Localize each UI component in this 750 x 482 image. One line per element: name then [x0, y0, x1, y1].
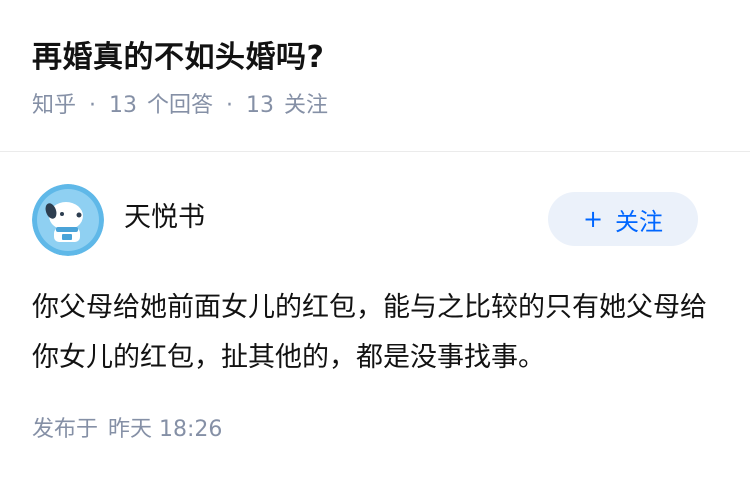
follow-label: 关注: [615, 207, 664, 236]
followers-label[interactable]: 关注: [284, 90, 328, 122]
follow-button[interactable]: + 关注: [548, 192, 698, 246]
author-name[interactable]: 天悦书: [124, 200, 205, 236]
page: 再婚真的不如头婚吗? 知乎 · 13 个回答 · 13 关注 天悦书 + 关注 …: [0, 0, 750, 482]
question-title[interactable]: 再婚真的不如头婚吗?: [32, 36, 718, 80]
question-header: 再婚真的不如头婚吗? 知乎 · 13 个回答 · 13 关注: [0, 0, 750, 118]
meta-separator: ·: [226, 93, 234, 118]
answers-label[interactable]: 个回答: [147, 90, 213, 122]
followers-count: 13: [246, 93, 275, 118]
plus-icon: +: [582, 205, 604, 233]
cartoon-dog-avatar-icon[interactable]: [32, 184, 104, 256]
posted-label: 发布于: [32, 417, 99, 442]
question-meta: 知乎 · 13 个回答 · 13 关注: [32, 90, 718, 122]
answers-count: 13: [109, 93, 138, 118]
posted-time: 昨天 18:26: [108, 417, 223, 442]
posted-info: 发布于 昨天 18:26: [32, 414, 222, 446]
answer-card: 天悦书 + 关注 你父母给她前面女儿的红包，能与之比较的只有她父母给你女儿的红包…: [0, 152, 750, 442]
meta-separator: ·: [89, 93, 97, 118]
author-row: 天悦书 + 关注: [0, 152, 750, 280]
source-label[interactable]: 知乎: [32, 90, 76, 122]
answer-text[interactable]: 你父母给她前面女儿的红包，能与之比较的只有她父母给你女儿的红包，扯其他的，都是没…: [32, 283, 712, 383]
